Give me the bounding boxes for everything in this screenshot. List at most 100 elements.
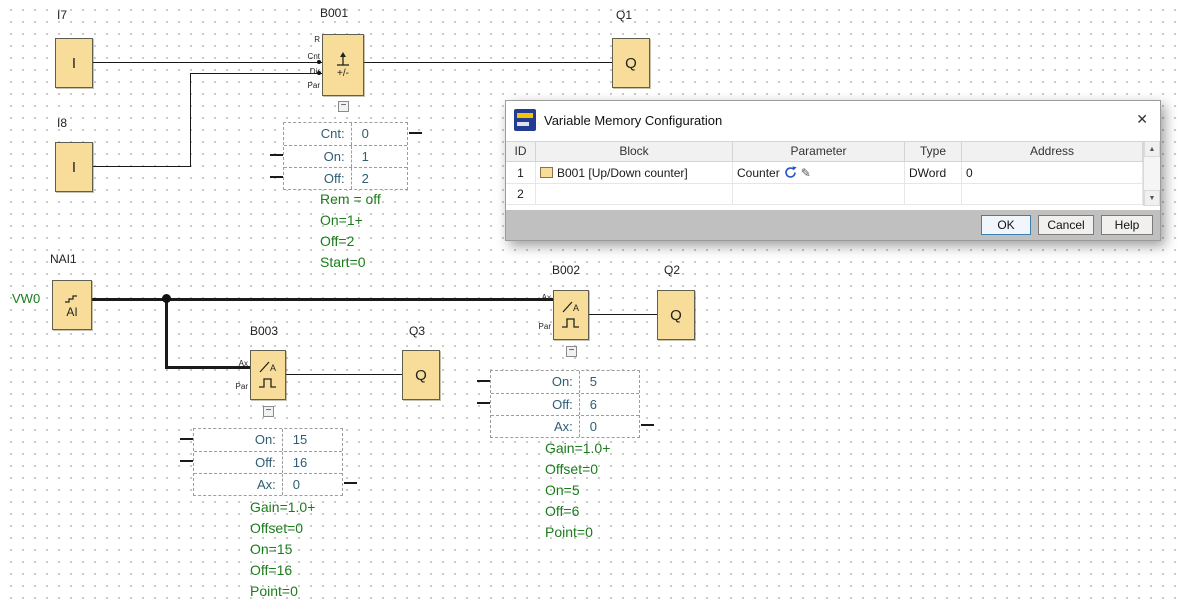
annotation-line: On=15: [250, 539, 315, 560]
memory-row[interactable]: 1 B001 [Up/Down counter] Counter ✎ DWord…: [506, 162, 1143, 184]
annotation-line: Offset=0: [250, 518, 315, 539]
column-header-type[interactable]: Type: [905, 142, 962, 161]
edit-pencil-icon[interactable]: ✎: [801, 167, 811, 179]
block-b003-analog-threshold[interactable]: A: [250, 350, 286, 400]
block-b001-updown-counter[interactable]: +/-: [322, 34, 364, 96]
param-row: Off: 2: [284, 167, 407, 189]
param-label: Off:: [491, 394, 580, 415]
b003-annotations: Gain=1.0+ Offset=0 On=15 Off=16 Point=0: [250, 497, 315, 602]
connector-stub: [180, 460, 193, 462]
port-label-ax: Ax: [527, 293, 551, 302]
param-label: On:: [491, 371, 580, 393]
analog-input-icon: [63, 292, 81, 304]
analog-input-letter: AI: [66, 305, 77, 319]
b001-param-table[interactable]: Cnt: 0 On: 1 Off: 2: [283, 122, 408, 190]
block-q2[interactable]: Q: [657, 290, 695, 340]
block-label-q3: Q3: [409, 324, 425, 338]
svg-text:A: A: [573, 303, 579, 313]
block-q1[interactable]: Q: [612, 38, 650, 88]
annotation-line: Point=0: [545, 522, 610, 543]
annotation-line: Gain=1.0+: [545, 438, 610, 459]
wire-b001-to-q1: [364, 62, 612, 63]
annotation-line: Off=16: [250, 560, 315, 581]
block-nai1-analog-input[interactable]: AI: [52, 280, 92, 330]
input-letter: I: [72, 55, 76, 72]
close-icon[interactable]: ✕: [1136, 111, 1148, 128]
block-label-nai1: NAI1: [50, 252, 77, 266]
counter-symbol: +/-: [337, 68, 349, 79]
param-row: Ax: 0: [491, 415, 639, 437]
block-i8[interactable]: I: [55, 142, 93, 192]
port-label-par: Par: [296, 81, 320, 90]
param-row: On: 15: [194, 429, 342, 451]
scroll-up-icon[interactable]: ▲: [1144, 141, 1160, 157]
vw0-address-label: VW0: [12, 291, 40, 306]
collapse-toggle-b002[interactable]: −: [566, 346, 577, 357]
block-icon: [540, 167, 553, 178]
column-header-block[interactable]: Block: [536, 142, 733, 161]
cell-id: 2: [506, 184, 536, 204]
block-label-i8: I8: [57, 116, 67, 130]
memory-row[interactable]: 2: [506, 184, 1143, 205]
block-q3[interactable]: Q: [402, 350, 440, 400]
cell-address[interactable]: 0: [962, 162, 1143, 183]
fbd-canvas[interactable]: I7 I I8 I B001 R Cnt Dir Par +/- − Q1 Q …: [0, 0, 1178, 609]
column-header-address[interactable]: Address: [962, 142, 1143, 161]
block-b002-analog-threshold[interactable]: A: [553, 290, 589, 340]
param-row: On: 5: [491, 371, 639, 393]
param-label: Cnt:: [284, 123, 352, 145]
block-label-i7: I7: [57, 8, 67, 22]
b002-param-table[interactable]: On: 5 Off: 6 Ax: 0: [490, 370, 640, 438]
wire-b002-to-q2: [589, 314, 657, 315]
block-i7[interactable]: I: [55, 38, 93, 88]
block-label-b001: B001: [320, 6, 348, 20]
b001-annotations: Rem = off On=1+ Off=2 Start=0: [320, 189, 381, 273]
annotation-line: Start=0: [320, 252, 381, 273]
param-row: On: 1: [284, 145, 407, 167]
connector-stub: [344, 482, 357, 484]
dialog-title: Variable Memory Configuration: [544, 101, 722, 141]
block-label-q1: Q1: [616, 8, 632, 22]
ok-button[interactable]: OK: [981, 215, 1031, 235]
param-value: 5: [580, 371, 639, 393]
connector-stub: [477, 402, 490, 404]
param-value: 16: [283, 452, 342, 473]
port-label-ax: Ax: [224, 359, 248, 368]
help-button[interactable]: Help: [1101, 215, 1153, 235]
port-label-r: R: [296, 35, 320, 44]
memory-table-body: 1 B001 [Up/Down counter] Counter ✎ DWord…: [506, 162, 1143, 205]
refresh-icon[interactable]: [784, 166, 797, 179]
block-label-b002: B002: [552, 263, 580, 277]
param-value: 0: [283, 474, 342, 495]
memory-table-header: ID Block Parameter Type Address: [506, 141, 1143, 162]
variable-memory-configuration-dialog: Variable Memory Configuration ✕ ID Block…: [505, 100, 1161, 241]
dialog-button-bar: OK Cancel Help: [506, 210, 1160, 240]
cell-parameter-text: Counter: [737, 166, 780, 180]
cancel-button[interactable]: Cancel: [1038, 215, 1094, 235]
collapse-toggle-b003[interactable]: −: [263, 406, 274, 417]
param-value: 15: [283, 429, 342, 451]
dialog-scrollbar[interactable]: ▲ ▼: [1143, 141, 1160, 206]
param-value: 6: [580, 394, 639, 415]
annotation-line: Off=2: [320, 231, 381, 252]
param-value: 1: [352, 146, 407, 167]
param-row: Off: 6: [491, 393, 639, 415]
column-header-id[interactable]: ID: [506, 142, 536, 161]
column-header-parameter[interactable]: Parameter: [733, 142, 905, 161]
b003-param-table[interactable]: On: 15 Off: 16 Ax: 0: [193, 428, 343, 496]
cell-id: 1: [506, 162, 536, 183]
output-letter: Q: [415, 367, 427, 384]
wire-i7-to-b001: [93, 62, 322, 63]
cell-block: B001 [Up/Down counter]: [536, 162, 733, 183]
port-label-par: Par: [224, 382, 248, 391]
connector-stub: [270, 154, 283, 156]
cell-type: [905, 184, 962, 204]
scroll-down-icon[interactable]: ▼: [1144, 190, 1160, 206]
wire-i8-horizontal: [93, 166, 191, 167]
param-label: On:: [284, 146, 352, 167]
wire-b003-to-q3: [286, 374, 402, 375]
collapse-toggle-b001[interactable]: −: [338, 101, 349, 112]
cell-parameter: Counter ✎: [733, 162, 905, 183]
dialog-titlebar[interactable]: Variable Memory Configuration ✕: [506, 101, 1160, 141]
connector-stub: [270, 176, 283, 178]
